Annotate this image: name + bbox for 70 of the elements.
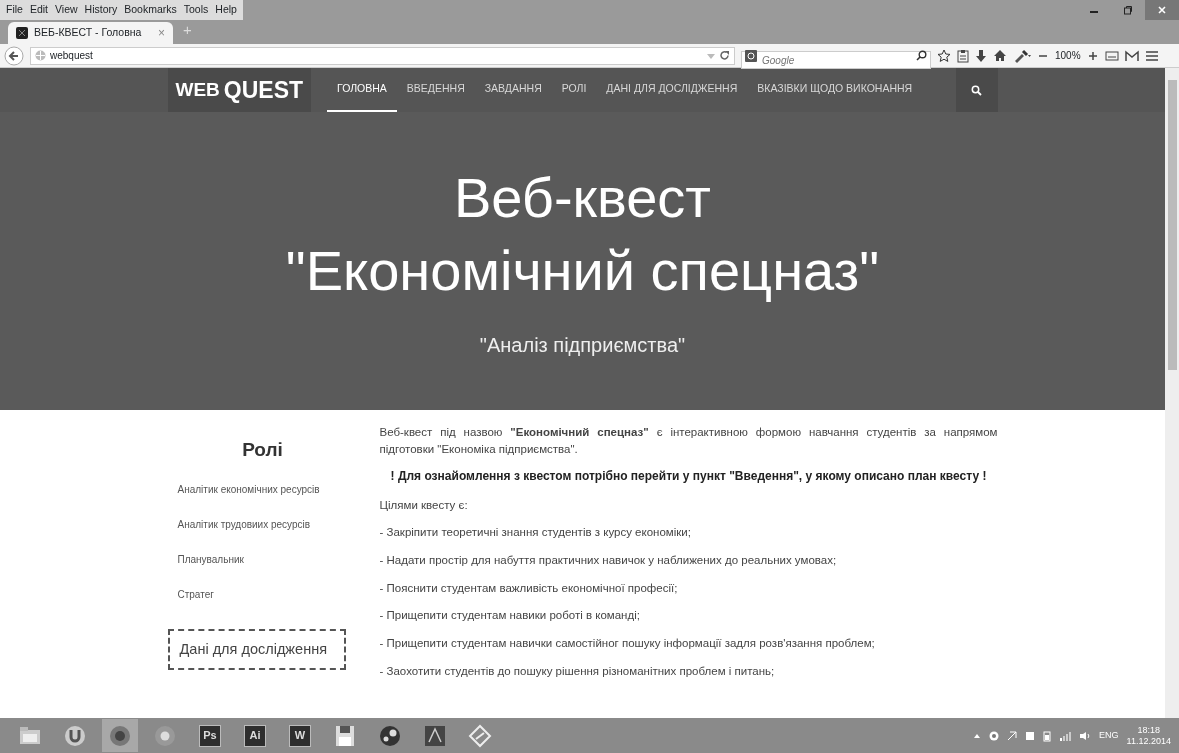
sidebar-link[interactable]: Аналітик економічних ресурсів (167, 474, 358, 510)
site-logo[interactable]: WEB QUEST (167, 68, 312, 112)
nav-link[interactable]: РОЛІ (551, 68, 597, 112)
diamond-icon (468, 723, 492, 748)
address-bar[interactable]: webquest (30, 46, 735, 65)
sidebar-link[interactable]: Планувальник (167, 544, 358, 580)
url-text: webquest (50, 49, 94, 63)
sidebar-link[interactable]: Аналітик трудовиих ресурсів (167, 509, 358, 545)
menu-item[interactable]: File (6, 2, 23, 18)
scrollbar[interactable] (1165, 68, 1179, 718)
zoom-in-icon[interactable] (1086, 49, 1099, 62)
search-field[interactable]: Google (741, 51, 931, 69)
close-icon (1157, 5, 1167, 15)
star-icon[interactable] (937, 48, 951, 63)
menu-item[interactable]: Help (215, 2, 237, 18)
home-icon[interactable] (993, 49, 1007, 62)
paragraph: - Заохотити студентів до пошуку рішення різноманітних проблем і питань; (379, 663, 776, 679)
paragraph: - Прищепити студентам навики роботі в команді; (379, 608, 641, 624)
page-icon (16, 27, 28, 39)
back-icon[interactable] (4, 45, 24, 66)
circle-icon (153, 723, 177, 748)
notice-text: ! Для ознайомлення з квестом потрібно перейти у пункт "Введення", у якому описано план квесту ! (389, 468, 988, 486)
paragraph: - Пояснити студентам важливість економічної професії; (379, 580, 679, 596)
taskbar-button[interactable]: Ai (237, 719, 273, 752)
taskbar-button[interactable]: W (282, 719, 318, 752)
search-engine-icon[interactable] (745, 49, 757, 62)
sidebar-heading: Ролі (241, 438, 284, 462)
paragraph: Цілями квесту є: (379, 497, 469, 513)
nav-link[interactable]: ЗАВДАННЯ (474, 68, 552, 112)
eyedropper-icon[interactable] (1013, 48, 1031, 63)
torrent-icon (63, 723, 87, 748)
hero-title: "Економічний спецназ" (285, 238, 880, 304)
zoom-level[interactable]: 100% (1055, 48, 1081, 63)
signal-icon[interactable] (1059, 730, 1072, 741)
browser-tab[interactable]: ВЕБ-КВЕСТ - Головна × (8, 22, 173, 44)
paragraph: - Прищепити студентам навички самостійног пошуку інформації задля розв'язання проблем; (379, 636, 876, 652)
paragraph: - Закріпити теоретичні знання студентів з курсу економіки; (379, 525, 692, 541)
tab-title: ВЕБ-КВЕСТ - Головна (34, 25, 142, 41)
menu-item[interactable]: History (84, 2, 118, 18)
paragraph: - Надати простір для набуття практичних навичок у наближених до реальних умовах; (379, 553, 838, 569)
reload-icon[interactable] (719, 50, 730, 61)
restore-icon[interactable] (1123, 5, 1133, 15)
menu-icon[interactable] (1144, 49, 1159, 62)
menu-item[interactable]: View (55, 2, 78, 18)
nav-link[interactable]: ВВЕДЕННЯ (396, 68, 475, 112)
taskbar-button[interactable]: Ps (192, 719, 228, 752)
nav-link[interactable]: ДАНІ ДЛЯ ДОСЛІДЖЕННЯ (596, 68, 748, 112)
clock-date: 11.12.2014 (1126, 735, 1171, 747)
search-button[interactable] (955, 68, 998, 112)
taskbar-button[interactable] (102, 719, 138, 752)
keyboard-icon[interactable] (1104, 49, 1119, 62)
menu-item[interactable]: Bookmarks (124, 2, 177, 18)
paragraph: Веб-квест під назвою "Економічний спецназ" є інтерактивною формою навчання студентів за напрямом підготовки "Економіка підприємства". (379, 425, 998, 457)
menu-item[interactable]: Tools (183, 2, 209, 18)
mail-icon[interactable] (1124, 49, 1139, 62)
menu-item[interactable]: Edit (29, 2, 48, 18)
data-link[interactable]: Дані для дослідження (167, 628, 346, 671)
nav-link[interactable]: ВКАЗІВКИ ЩОДО ВИКОНАННЯ (747, 68, 923, 112)
clipboard-icon[interactable] (957, 48, 969, 63)
sidebar-link[interactable]: Стратег (167, 579, 358, 615)
app-icon (423, 723, 447, 748)
close-button[interactable] (1145, 0, 1179, 20)
speaker-icon[interactable] (1079, 730, 1092, 741)
hero-title: Веб-квест (454, 165, 711, 232)
search-icon (971, 84, 982, 96)
battery-icon[interactable] (1043, 729, 1052, 742)
download-icon[interactable] (975, 48, 987, 63)
clock-time: 18:18 (1137, 724, 1161, 736)
search-icon[interactable] (916, 49, 927, 61)
hero-subtitle: "Аналіз підприємства" (479, 332, 686, 358)
